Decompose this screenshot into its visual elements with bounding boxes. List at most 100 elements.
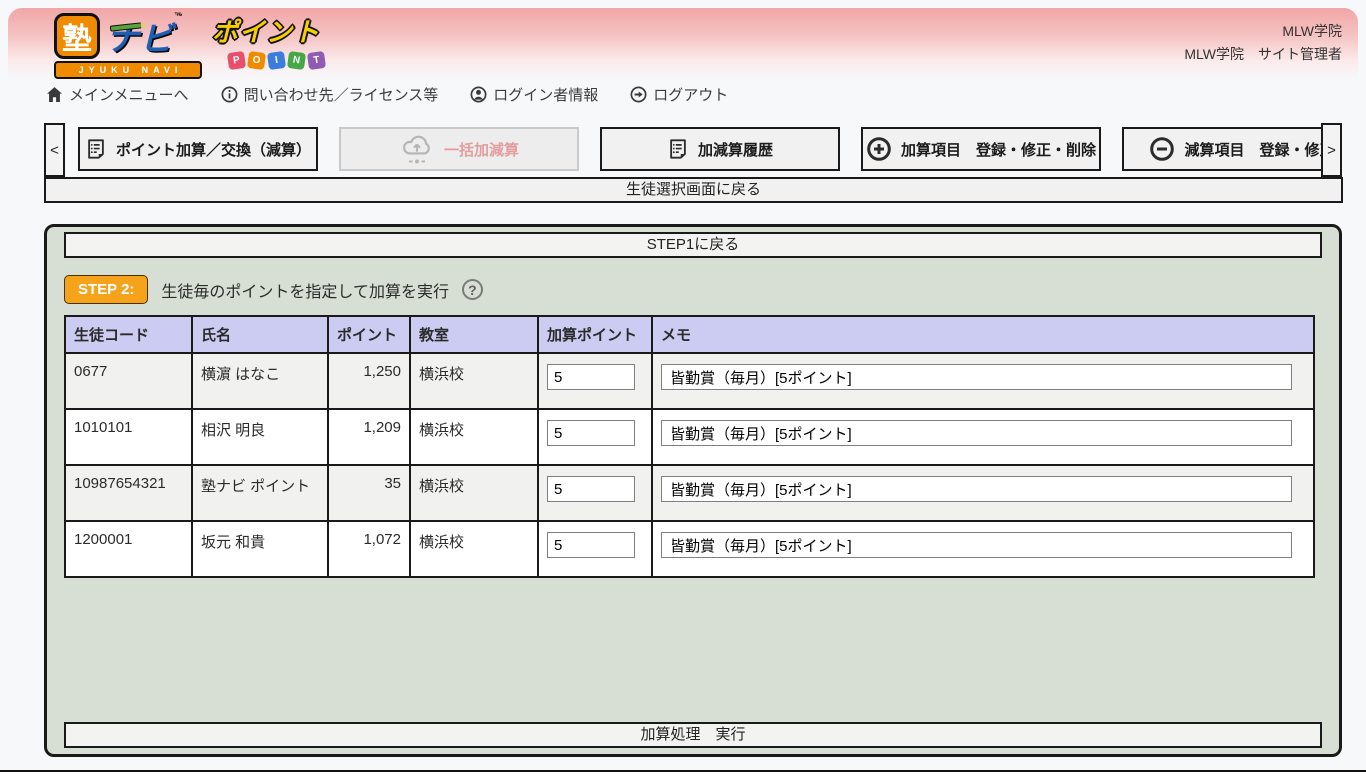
step2-panel: STEP1に戻る STEP 2: 生徒毎のポイントを指定して加算を実行 ? 生徒…	[44, 224, 1342, 757]
page: 塾 ナビ™ JYUKU NAVI ポイント P O I N T MLW学院 ML…	[0, 0, 1366, 784]
logout-icon	[630, 86, 647, 103]
back-to-step1-button[interactable]: STEP1に戻る	[64, 232, 1322, 258]
tabs-next-button[interactable]: >	[1321, 123, 1342, 177]
nav-label: メインメニューへ	[69, 84, 189, 105]
student-name: 相沢 明良	[192, 409, 328, 465]
plus-circle-icon	[866, 136, 892, 162]
tab-add-items-manage[interactable]: 加算項目 登録・修正・削除	[861, 127, 1101, 171]
memo-input[interactable]	[661, 476, 1292, 502]
student-code: 10987654321	[65, 465, 192, 521]
add-points-input[interactable]	[547, 532, 635, 558]
nav-label: ログアウト	[653, 84, 728, 105]
logo-romaji-bar: JYUKU NAVI	[54, 61, 202, 79]
col-student-code: 生徒コード	[65, 316, 192, 353]
student-classroom: 横浜校	[410, 465, 538, 521]
col-name: 氏名	[192, 316, 328, 353]
tab-label: 減算項目 登録・修正	[1184, 139, 1321, 160]
top-nav: メインメニューへ 問い合わせ先／ライセンス等 ログイン者情報 ログアウト	[46, 84, 728, 105]
point-tile: P	[227, 51, 246, 70]
add-points-cell	[538, 521, 652, 577]
cloud-upload-icon	[399, 133, 435, 165]
logo-navi-text: ナビ™	[106, 12, 182, 60]
nav-login-info[interactable]: ログイン者情報	[470, 84, 598, 105]
nav-logout[interactable]: ログアウト	[630, 84, 728, 105]
tabs-container: ポイント加算／交換（減算） 一括加減算 加減算履歴 加算項目 登録・修正・削除 …	[78, 123, 1321, 177]
col-memo: メモ	[652, 316, 1314, 353]
logo-point-text: ポイント	[212, 12, 325, 49]
memo-cell	[652, 521, 1314, 577]
step2-header-row: STEP 2: 生徒毎のポイントを指定して加算を実行 ?	[64, 273, 1322, 306]
nav-label: 問い合わせ先／ライセンス等	[244, 84, 439, 105]
add-points-cell	[538, 465, 652, 521]
memo-cell	[652, 409, 1314, 465]
doc-list-icon	[85, 138, 107, 160]
student-code: 1200001	[65, 521, 192, 577]
memo-cell	[652, 353, 1314, 409]
tab-label: 一括加減算	[444, 139, 519, 160]
user-icon	[470, 86, 487, 103]
memo-input[interactable]	[661, 420, 1292, 446]
nav-main-menu[interactable]: メインメニューへ	[46, 84, 189, 105]
add-points-input[interactable]	[547, 420, 635, 446]
logo-jyuku-box: 塾	[54, 13, 100, 59]
back-to-student-selection-button[interactable]: 生徒選択画面に戻る	[44, 177, 1343, 203]
panel-spacer	[64, 578, 1322, 722]
logged-in-user: MLW学院 サイト管理者	[1184, 43, 1342, 66]
table-header-row: 生徒コード 氏名 ポイント 教室 加算ポイント メモ	[65, 316, 1314, 353]
nav-contact-license[interactable]: 問い合わせ先／ライセンス等	[221, 84, 439, 105]
home-icon	[46, 86, 63, 103]
trademark: ™	[174, 12, 182, 19]
student-classroom: 横浜校	[410, 409, 538, 465]
tab-bulk-add-subtract[interactable]: 一括加減算	[339, 127, 579, 171]
app-logo: 塾 ナビ™ JYUKU NAVI ポイント P O I N T	[54, 12, 325, 79]
point-tile: I	[267, 51, 286, 70]
tab-strip: < ポイント加算／交換（減算） 一括加減算 加減算履歴 加算項目 登録・修正・削…	[44, 123, 1343, 177]
step2-description: 生徒毎のポイントを指定して加算を実行	[161, 278, 449, 302]
help-icon[interactable]: ?	[462, 279, 483, 300]
memo-input[interactable]	[661, 532, 1292, 558]
footer-space	[0, 772, 1366, 784]
doc-list-icon	[667, 138, 689, 160]
nav-label: ログイン者情報	[493, 84, 598, 105]
add-points-input[interactable]	[547, 476, 635, 502]
col-add-points: 加算ポイント	[538, 316, 652, 353]
student-points: 1,072	[328, 521, 410, 577]
memo-input[interactable]	[661, 364, 1292, 390]
tab-label: 加算項目 登録・修正・削除	[901, 139, 1096, 160]
col-points: ポイント	[328, 316, 410, 353]
tab-label: 加減算履歴	[698, 139, 773, 160]
step2-badge: STEP 2:	[64, 275, 148, 304]
col-classroom: 教室	[410, 316, 538, 353]
tab-history[interactable]: 加減算履歴	[600, 127, 840, 171]
add-points-cell	[538, 353, 652, 409]
student-name: 坂元 和貴	[192, 521, 328, 577]
logo-point-tiles: P O I N T	[228, 52, 325, 69]
memo-cell	[652, 465, 1314, 521]
table-row: 0677 横濵 はなこ 1,250 横浜校	[65, 353, 1314, 409]
tab-label: ポイント加算／交換（減算）	[116, 139, 311, 160]
students-table: 生徒コード 氏名 ポイント 教室 加算ポイント メモ 0677 横濵 はなこ 1…	[64, 315, 1315, 578]
student-points: 1,209	[328, 409, 410, 465]
tabs-prev-button[interactable]: <	[44, 123, 65, 177]
student-points: 35	[328, 465, 410, 521]
table-row: 1200001 坂元 和貴 1,072 横浜校	[65, 521, 1314, 577]
table-row: 1010101 相沢 明良 1,209 横浜校	[65, 409, 1314, 465]
minus-circle-icon	[1149, 136, 1175, 162]
student-points: 1,250	[328, 353, 410, 409]
org-name: MLW学院	[1184, 20, 1342, 43]
tab-subtract-items-manage[interactable]: 減算項目 登録・修正	[1122, 127, 1321, 171]
tab-point-add-exchange[interactable]: ポイント加算／交換（減算）	[78, 127, 318, 171]
student-classroom: 横浜校	[410, 521, 538, 577]
org-info: MLW学院 MLW学院 サイト管理者	[1184, 20, 1342, 66]
info-icon	[221, 86, 238, 103]
student-name: 塾ナビ ポイント	[192, 465, 328, 521]
point-tile: N	[287, 51, 306, 70]
execute-addition-button[interactable]: 加算処理 実行	[64, 722, 1322, 748]
add-points-cell	[538, 409, 652, 465]
point-tile: T	[307, 51, 326, 70]
table-row: 10987654321 塾ナビ ポイント 35 横浜校	[65, 465, 1314, 521]
student-code: 1010101	[65, 409, 192, 465]
point-tile: O	[247, 51, 266, 70]
app-header: 塾 ナビ™ JYUKU NAVI ポイント P O I N T MLW学院 ML…	[8, 8, 1358, 78]
add-points-input[interactable]	[547, 364, 635, 390]
